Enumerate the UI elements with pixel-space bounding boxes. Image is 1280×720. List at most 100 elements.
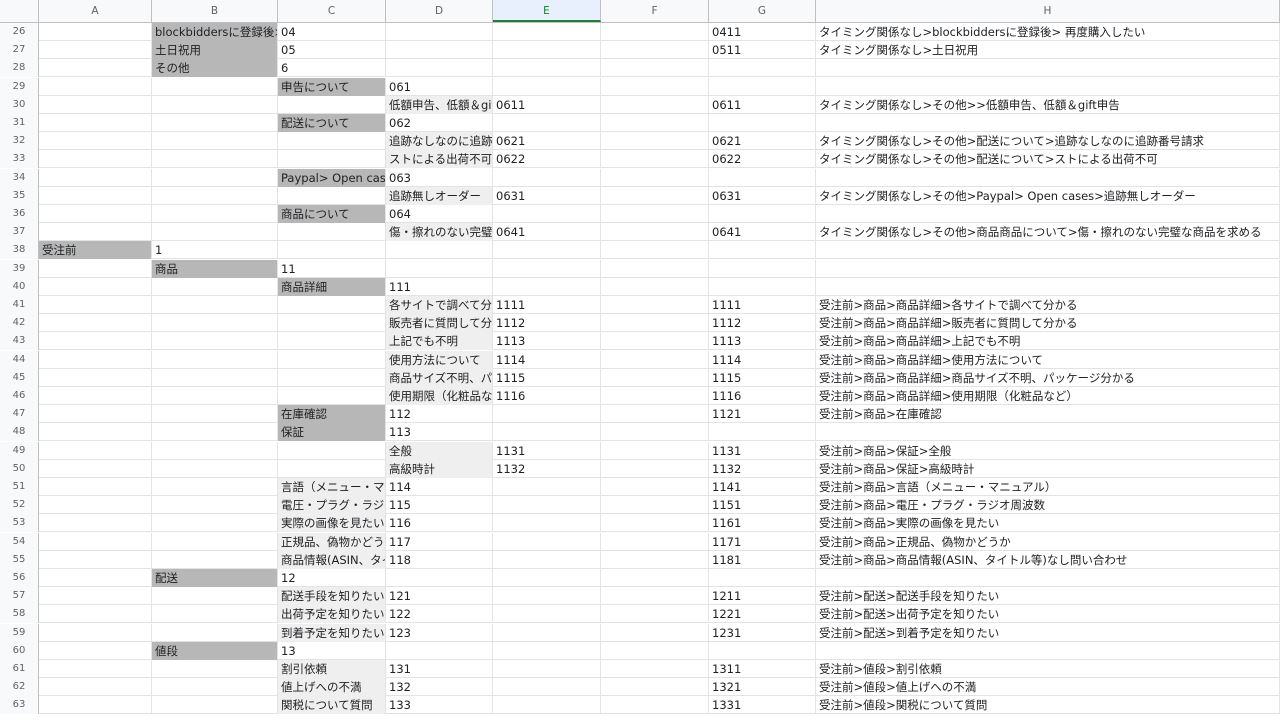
cell-b[interactable] xyxy=(152,660,278,678)
cell-h[interactable]: 受注前>配送>到着予定を知りたい xyxy=(816,623,1280,642)
cell-h[interactable] xyxy=(816,569,1280,587)
cell-f[interactable] xyxy=(601,150,709,169)
cell-a[interactable] xyxy=(39,132,152,151)
cell-h[interactable]: 受注前>値段>割引依頼 xyxy=(816,660,1280,678)
cell-e[interactable] xyxy=(493,168,601,187)
cell-a[interactable] xyxy=(39,23,152,41)
cell-c[interactable] xyxy=(278,368,386,387)
cell-g[interactable]: 1321 xyxy=(709,678,816,697)
cell-c[interactable] xyxy=(278,459,386,478)
cell-g[interactable]: 1131 xyxy=(709,441,816,460)
row-number[interactable]: 30 xyxy=(0,95,39,114)
cell-f[interactable] xyxy=(601,532,709,551)
row-number[interactable]: 58 xyxy=(0,605,39,624)
cell-f[interactable] xyxy=(601,41,709,60)
cell-a[interactable] xyxy=(39,296,152,314)
cell-a[interactable] xyxy=(39,496,152,515)
cell-a[interactable] xyxy=(39,605,152,624)
cell-a[interactable] xyxy=(39,77,152,96)
cell-c[interactable] xyxy=(278,314,386,333)
row-number[interactable]: 39 xyxy=(0,259,39,278)
cell-b[interactable] xyxy=(152,314,278,333)
cell-d[interactable] xyxy=(386,259,493,278)
cell-d[interactable]: 133 xyxy=(386,696,493,715)
cell-a[interactable] xyxy=(39,314,152,333)
cell-b[interactable] xyxy=(152,678,278,697)
cell-c[interactable]: 04 xyxy=(278,23,386,41)
row-number[interactable]: 54 xyxy=(0,532,39,551)
row-number[interactable]: 61 xyxy=(0,660,39,678)
cell-a[interactable] xyxy=(39,423,152,442)
cell-e[interactable]: 0611 xyxy=(493,95,601,114)
cell-f[interactable] xyxy=(601,186,709,205)
cell-g[interactable]: 1231 xyxy=(709,623,816,642)
cell-h[interactable]: タイミング関係なし>その他>配送について>追跡なしなのに追跡番号請求 xyxy=(816,132,1280,151)
cell-a[interactable] xyxy=(39,41,152,60)
cell-c[interactable]: 保証 xyxy=(278,423,386,442)
cell-b[interactable] xyxy=(152,496,278,515)
cell-d[interactable]: 113 xyxy=(386,423,493,442)
cell-e[interactable]: 1114 xyxy=(493,350,601,369)
cell-d[interactable]: 商品サイズ不明、パッケージ分かる xyxy=(386,368,493,387)
cell-g[interactable] xyxy=(709,641,816,660)
cell-a[interactable] xyxy=(39,59,152,78)
cell-e[interactable] xyxy=(493,423,601,442)
cell-h[interactable]: タイミング関係なし>その他>>低額申告、低額＆gift申告 xyxy=(816,95,1280,114)
cell-g[interactable]: 0622 xyxy=(709,150,816,169)
cell-h[interactable]: 受注前>商品>実際の画像を見たい xyxy=(816,514,1280,533)
cell-h[interactable] xyxy=(816,423,1280,442)
cell-a[interactable] xyxy=(39,587,152,606)
cell-e[interactable] xyxy=(493,478,601,496)
cell-f[interactable] xyxy=(601,387,709,405)
cell-e[interactable] xyxy=(493,77,601,96)
row-number[interactable]: 36 xyxy=(0,205,39,223)
cell-d[interactable] xyxy=(386,59,493,78)
cell-c[interactable]: 12 xyxy=(278,569,386,587)
cell-h[interactable]: 受注前>商品>保証>全般 xyxy=(816,441,1280,460)
cell-e[interactable] xyxy=(493,660,601,678)
cell-c[interactable]: 配送手段を知りたい xyxy=(278,587,386,606)
cell-f[interactable] xyxy=(601,77,709,96)
row-number[interactable]: 63 xyxy=(0,696,39,715)
cell-b[interactable] xyxy=(152,186,278,205)
cell-d[interactable]: 115 xyxy=(386,496,493,515)
cell-b[interactable]: その他 xyxy=(152,59,278,78)
cell-e[interactable]: 1113 xyxy=(493,332,601,351)
cell-h[interactable] xyxy=(816,641,1280,660)
column-header-f[interactable]: F xyxy=(601,0,709,22)
cell-h[interactable]: 受注前>値段>関税について質問 xyxy=(816,696,1280,715)
cell-g[interactable] xyxy=(709,259,816,278)
cell-a[interactable] xyxy=(39,332,152,351)
cell-h[interactable] xyxy=(816,259,1280,278)
cell-h[interactable]: タイミング関係なし>blockbiddersに登録後> 再度購入したい xyxy=(816,23,1280,41)
cell-d[interactable]: 全般 xyxy=(386,441,493,460)
cell-a[interactable] xyxy=(39,641,152,660)
cell-a[interactable]: 受注前 xyxy=(39,241,152,260)
cell-b[interactable]: 1 xyxy=(152,241,278,260)
cell-b[interactable] xyxy=(152,478,278,496)
cell-e[interactable] xyxy=(493,514,601,533)
cell-g[interactable]: 0641 xyxy=(709,223,816,242)
cell-e[interactable]: 0622 xyxy=(493,150,601,169)
cell-e[interactable]: 1115 xyxy=(493,368,601,387)
cell-g[interactable]: 1161 xyxy=(709,514,816,533)
cell-h[interactable]: 受注前>商品>商品詳細>販売者に質問して分かる xyxy=(816,314,1280,333)
column-header-c[interactable]: C xyxy=(278,0,386,22)
row-number[interactable]: 47 xyxy=(0,405,39,424)
cell-g[interactable] xyxy=(709,59,816,78)
cell-f[interactable] xyxy=(601,641,709,660)
cell-d[interactable]: 061 xyxy=(386,77,493,96)
cell-b[interactable] xyxy=(152,387,278,405)
cell-f[interactable] xyxy=(601,350,709,369)
cell-c[interactable]: 出荷予定を知りたい xyxy=(278,605,386,624)
cell-d[interactable]: 傷・擦れのない完璧な商品を求める xyxy=(386,223,493,242)
cell-c[interactable] xyxy=(278,332,386,351)
cell-e[interactable] xyxy=(493,241,601,260)
cell-a[interactable] xyxy=(39,205,152,223)
row-number[interactable]: 51 xyxy=(0,478,39,496)
cell-f[interactable] xyxy=(601,277,709,296)
cell-f[interactable] xyxy=(601,314,709,333)
row-number[interactable]: 45 xyxy=(0,368,39,387)
cell-f[interactable] xyxy=(601,368,709,387)
row-number[interactable]: 38 xyxy=(0,241,39,260)
